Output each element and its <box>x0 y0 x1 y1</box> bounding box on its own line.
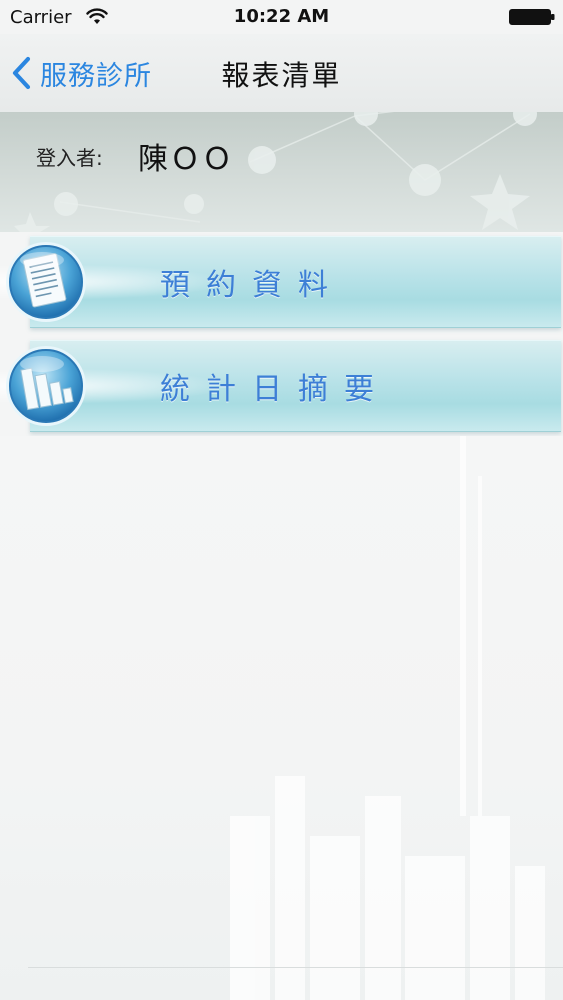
menu-item-daily-summary[interactable]: 統計日摘要 <box>0 336 563 436</box>
page-title: 報表清單 <box>221 59 342 92</box>
divider <box>28 967 563 968</box>
content-area <box>0 436 563 1000</box>
battery-icon <box>509 9 555 25</box>
skyline-watermark <box>230 436 545 1000</box>
menu-item-label: 統計日摘要 <box>160 372 390 407</box>
user-banner: 登入者: 陳ＯＯ <box>0 112 563 232</box>
status-bar: Carrier 10:22 AM <box>0 0 563 34</box>
navigation-bar: 服務診所 報表清單 <box>0 34 563 113</box>
user-name: 陳ＯＯ <box>138 142 234 177</box>
document-icon <box>6 242 86 322</box>
clock: 10:22 AM <box>233 6 330 27</box>
menu-item-label: 預約資料 <box>160 268 344 303</box>
menu-item-appointments[interactable]: 預約資料 <box>0 232 563 332</box>
bar-chart-icon <box>6 346 86 426</box>
banner-decoration <box>14 112 537 232</box>
user-label: 登入者: <box>36 146 103 170</box>
